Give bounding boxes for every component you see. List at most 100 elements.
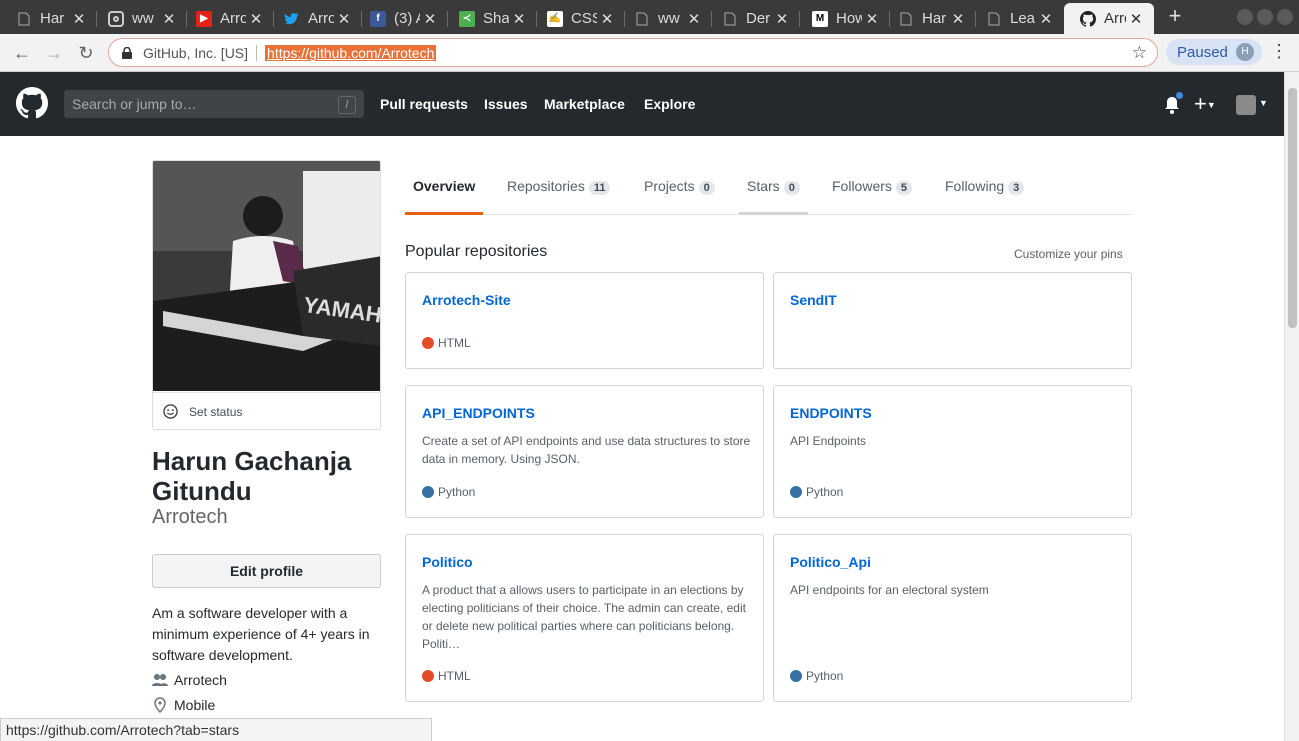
nav-marketplace[interactable]: Marketplace xyxy=(544,96,625,112)
hover-tab-underline xyxy=(739,212,808,215)
customize-pins-link[interactable]: Customize your pins xyxy=(1014,247,1123,261)
profile-full-name: Harun Gachanja Gitundu xyxy=(152,446,352,506)
tab-title: Arro xyxy=(308,10,334,27)
scrollbar-thumb[interactable] xyxy=(1288,88,1297,328)
back-icon[interactable]: ← xyxy=(10,41,34,65)
nav-explore[interactable]: Explore xyxy=(644,96,695,112)
repo-description: Create a set of API endpoints and use da… xyxy=(422,434,751,466)
profile-location: Mobile xyxy=(152,697,215,713)
repo-name-link[interactable]: Politico_Api xyxy=(790,554,871,570)
browser-tab-active[interactable]: Arro ✕ xyxy=(1064,3,1154,34)
medium-icon: M xyxy=(812,10,828,27)
tab-title: Arro xyxy=(1104,10,1126,27)
repo-description: API Endpoints xyxy=(790,434,867,448)
set-status-button[interactable]: Set status xyxy=(153,392,380,429)
count-badge: 5 xyxy=(895,181,913,195)
address-bar[interactable]: GitHub, Inc. [US] https://github.com/Arr… xyxy=(108,38,1158,67)
url-text[interactable]: https://github.com/Arrotech xyxy=(265,44,437,61)
browser-tab[interactable]: Der ✕ xyxy=(706,3,800,34)
menu-icon[interactable]: ⋮ xyxy=(1270,42,1288,60)
browser-tab-strip: Har ✕ ww ✕ ▶ Arro ✕ Arro ✕ f (3) A ✕ ≺ S… xyxy=(0,0,1299,34)
repo-description: API endpoints for an electoral system xyxy=(790,583,989,597)
browser-tab[interactable]: Har ✕ xyxy=(882,3,976,34)
nav-issues[interactable]: Issues xyxy=(484,96,528,112)
close-icon[interactable]: ✕ xyxy=(334,10,354,28)
edit-profile-button[interactable]: Edit profile xyxy=(152,554,381,588)
repo-name-link[interactable]: Arrotech-Site xyxy=(422,292,511,308)
doc-icon xyxy=(986,11,1002,27)
tab-stars[interactable]: Stars 0 xyxy=(747,178,800,195)
bookmark-star-icon[interactable]: ☆ xyxy=(1132,43,1147,63)
tab-followers[interactable]: Followers 5 xyxy=(832,178,913,195)
smiley-icon xyxy=(163,404,178,419)
tab-following[interactable]: Following 3 xyxy=(945,178,1025,195)
certificate-label[interactable]: GitHub, Inc. [US] xyxy=(143,45,248,61)
github-logo-icon[interactable] xyxy=(16,87,48,119)
new-tab-button[interactable]: + xyxy=(1164,5,1186,27)
sync-paused-button[interactable]: Paused H xyxy=(1166,39,1262,65)
close-icon[interactable]: ✕ xyxy=(684,10,704,28)
tab-projects[interactable]: Projects 0 xyxy=(644,178,715,195)
repo-name-link[interactable]: Politico xyxy=(422,554,473,570)
repo-name-link[interactable]: API_ENDPOINTS xyxy=(422,405,535,421)
section-title: Popular repositories xyxy=(405,243,548,260)
chevron-down-icon[interactable]: ▼ xyxy=(1259,98,1268,108)
repo-name-link[interactable]: SendIT xyxy=(790,292,837,308)
create-new-icon[interactable]: +▼ xyxy=(1194,91,1216,117)
share-icon: ≺ xyxy=(459,10,475,27)
browser-tab[interactable]: ≺ Sha ✕ xyxy=(443,3,537,34)
close-icon[interactable]: ✕ xyxy=(420,10,440,28)
paused-label: Paused xyxy=(1177,43,1228,61)
close-icon[interactable]: ✕ xyxy=(772,10,792,28)
forward-icon[interactable]: → xyxy=(42,41,66,65)
twitter-icon xyxy=(284,11,300,27)
close-icon[interactable]: ✕ xyxy=(948,10,968,28)
github-header: Search or jump to… / Pull requests Issue… xyxy=(0,72,1284,136)
close-icon[interactable]: ✕ xyxy=(1036,10,1056,28)
language-color-dot xyxy=(422,337,434,349)
doc-icon xyxy=(16,11,32,27)
instagram-icon xyxy=(108,10,124,27)
tab-title: ww xyxy=(132,10,154,27)
avatar[interactable] xyxy=(1236,95,1256,115)
maximize-icon[interactable] xyxy=(1257,9,1273,25)
search-input[interactable]: Search or jump to… / xyxy=(64,90,364,118)
tab-title: ww xyxy=(658,10,680,27)
organization-label: Arrotech xyxy=(174,672,227,688)
location-label: Mobile xyxy=(174,697,216,713)
browser-tab[interactable]: Arro ✕ xyxy=(268,3,362,34)
repo-card: API_ENDPOINTS Create a set of API endpoi… xyxy=(405,385,764,518)
browser-tab[interactable]: ww ✕ xyxy=(618,3,712,34)
repo-language: Python xyxy=(790,669,843,683)
browser-tab[interactable]: f (3) A ✕ xyxy=(354,3,448,34)
nav-pull-requests[interactable]: Pull requests xyxy=(380,96,468,112)
browser-tab[interactable]: ww ✕ xyxy=(92,3,187,34)
scrollbar[interactable] xyxy=(1284,72,1299,741)
close-icon[interactable]: ✕ xyxy=(1126,10,1146,28)
close-window-icon[interactable] xyxy=(1277,9,1293,25)
close-icon[interactable]: ✕ xyxy=(597,10,617,28)
close-icon[interactable]: ✕ xyxy=(69,10,89,28)
tab-overview[interactable]: Overview xyxy=(413,178,475,194)
repo-language: HTML xyxy=(422,669,471,683)
browser-tab[interactable]: ✍ CSS ✕ xyxy=(531,3,625,34)
tab-title: CSS xyxy=(571,10,597,27)
browser-tab[interactable]: Har ✕ xyxy=(0,3,97,34)
close-icon[interactable]: ✕ xyxy=(159,10,179,28)
close-icon[interactable]: ✕ xyxy=(246,10,266,28)
browser-tab[interactable]: Lea ✕ xyxy=(970,3,1064,34)
tab-title: (3) A xyxy=(394,10,420,27)
browser-tab[interactable]: ▶ Arro ✕ xyxy=(180,3,274,34)
reload-icon[interactable]: ↻ xyxy=(74,41,98,65)
tab-repositories[interactable]: Repositories 11 xyxy=(507,178,611,195)
minimize-icon[interactable] xyxy=(1237,9,1253,25)
repo-language: HTML xyxy=(422,336,471,350)
close-icon[interactable]: ✕ xyxy=(862,10,882,28)
browser-tab[interactable]: M How ✕ xyxy=(796,3,890,34)
profile-username: Arrotech xyxy=(152,506,228,528)
search-shortcut-key: / xyxy=(338,96,356,114)
count-badge: 3 xyxy=(1008,181,1025,195)
count-badge: 11 xyxy=(588,181,611,195)
close-icon[interactable]: ✕ xyxy=(509,10,529,28)
repo-name-link[interactable]: ENDPOINTS xyxy=(790,405,872,421)
